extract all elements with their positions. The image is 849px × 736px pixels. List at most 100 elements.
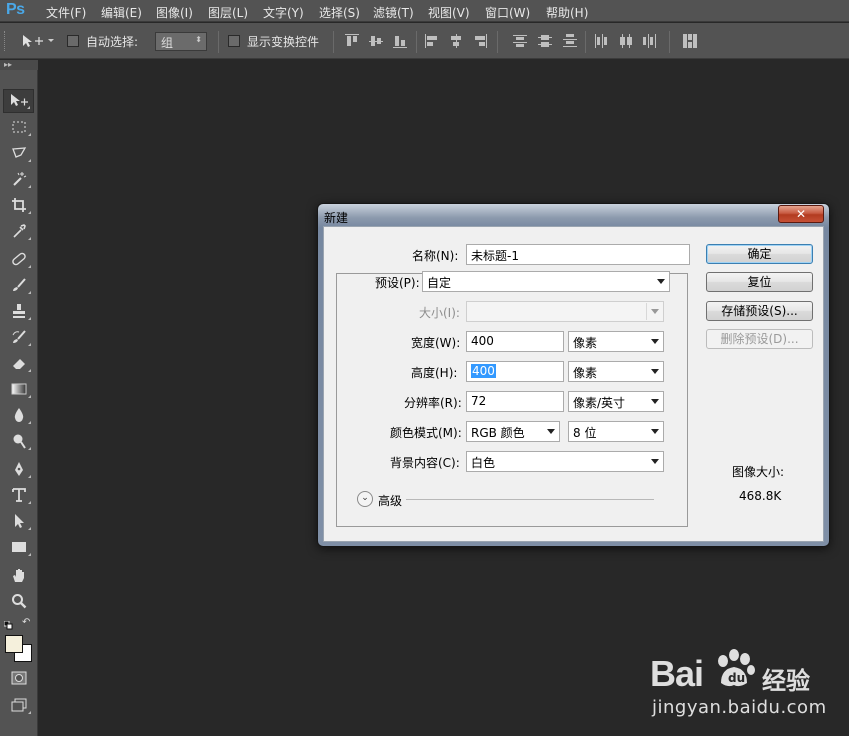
move-tool[interactable] xyxy=(3,89,34,113)
menu-select[interactable]: 选择(S) xyxy=(319,4,360,21)
menu-file[interactable]: 文件(F) xyxy=(46,4,86,21)
menu-help[interactable]: 帮助(H) xyxy=(546,4,588,21)
zoom-tool[interactable] xyxy=(3,589,34,613)
align-right-icon[interactable] xyxy=(473,34,487,48)
rectangle-tool[interactable] xyxy=(3,535,34,559)
distribute-top-icon[interactable] xyxy=(513,34,527,48)
width-input[interactable]: 400 xyxy=(466,331,564,352)
type-tool[interactable] xyxy=(3,483,34,507)
menu-edit[interactable]: 编辑(E) xyxy=(101,4,142,21)
pen-icon xyxy=(14,462,23,476)
name-input[interactable]: 未标题-1 xyxy=(466,244,690,265)
menu-layer[interactable]: 图层(L) xyxy=(208,4,248,21)
divider xyxy=(218,31,219,53)
menu-window[interactable]: 窗口(W) xyxy=(485,4,530,21)
crop-icon xyxy=(11,198,26,212)
chevron-down-icon xyxy=(651,459,659,464)
tool-flyout-indicator xyxy=(28,369,31,372)
align-top-icon[interactable] xyxy=(345,34,359,48)
options-bar-grip[interactable] xyxy=(4,31,8,51)
foreground-color-swatch[interactable] xyxy=(5,635,23,653)
marquee-tool[interactable] xyxy=(3,115,34,139)
tool-flyout-indicator xyxy=(28,159,31,162)
menu-filter[interactable]: 滤镜(T) xyxy=(373,4,414,21)
eraser-tool[interactable] xyxy=(3,351,34,375)
swap-colors-icon[interactable]: ↶ xyxy=(22,618,32,628)
menu-type[interactable]: 文字(Y) xyxy=(263,4,304,21)
ok-button[interactable]: 确定 xyxy=(706,244,813,264)
tool-flyout-indicator xyxy=(28,501,31,504)
align-bottom-icon[interactable] xyxy=(393,34,407,48)
history-brush-tool[interactable] xyxy=(3,325,34,349)
distribute-left-icon[interactable] xyxy=(594,34,608,48)
tool-flyout-indicator xyxy=(28,133,31,136)
tool-preset-picker[interactable] xyxy=(20,33,54,49)
resolution-input[interactable]: 72 xyxy=(466,391,564,412)
menu-bar: Ps 文件(F) 编辑(E) 图像(I) 图层(L) 文字(Y) 选择(S) 滤… xyxy=(0,0,849,22)
dodge-tool[interactable] xyxy=(3,429,34,453)
align-left-icon[interactable] xyxy=(425,34,439,48)
advanced-expand-icon[interactable]: ⌄ xyxy=(357,491,373,507)
polygonal-lasso-icon xyxy=(11,147,26,158)
tool-flyout-indicator xyxy=(28,421,31,424)
background-contents-value: 白色 xyxy=(471,456,496,470)
pen-tool[interactable] xyxy=(3,457,34,481)
background-contents-label: 背景内容(C): xyxy=(390,456,460,470)
screen-mode-toggle[interactable] xyxy=(3,693,34,717)
hand-tool[interactable] xyxy=(3,563,34,587)
advanced-label[interactable]: 高级 xyxy=(378,492,402,509)
brush-tool[interactable] xyxy=(3,273,34,297)
align-horizontal-center-icon[interactable] xyxy=(449,34,463,48)
width-unit-value: 像素 xyxy=(573,336,598,350)
background-contents-dropdown[interactable]: 白色 xyxy=(466,451,664,472)
height-unit-dropdown[interactable]: 像素 xyxy=(568,361,664,382)
height-input[interactable]: 400 xyxy=(466,361,564,382)
healing-brush-tool[interactable] xyxy=(3,247,34,271)
distribute-bottom-icon[interactable] xyxy=(563,34,577,48)
default-colors-icon[interactable] xyxy=(3,619,13,630)
type-icon xyxy=(11,488,26,502)
eraser-icon xyxy=(12,359,25,369)
save-preset-button[interactable]: 存储预设(S)... xyxy=(706,301,813,321)
options-bar: 自动选择: 组 ⬍ 显示变换控件 xyxy=(0,23,849,59)
close-button[interactable]: ✕ xyxy=(778,205,824,223)
magic-wand-tool[interactable] xyxy=(3,167,34,191)
chevron-down-icon xyxy=(651,399,659,404)
dialog-title: 新建 xyxy=(324,211,349,225)
align-vertical-center-icon[interactable] xyxy=(369,34,383,48)
show-transform-label: 显示变换控件 xyxy=(247,35,320,49)
stamp-icon xyxy=(12,304,25,318)
path-selection-tool[interactable] xyxy=(3,509,34,533)
show-transform-checkbox[interactable] xyxy=(228,35,240,47)
preset-dropdown[interactable]: 自定 xyxy=(422,271,670,292)
clone-stamp-tool[interactable] xyxy=(3,299,34,323)
blur-tool[interactable] xyxy=(3,403,34,427)
tool-flyout-indicator xyxy=(28,237,31,240)
tools-panel: ▸▸ ↶ xyxy=(0,60,38,736)
color-mode-value: RGB 颜色 xyxy=(471,426,525,440)
bit-depth-dropdown[interactable]: 8 位 xyxy=(568,421,664,442)
distribute-vertical-center-icon[interactable] xyxy=(538,34,552,48)
distribute-horizontal-center-icon[interactable] xyxy=(619,34,633,48)
color-mode-dropdown[interactable]: RGB 颜色 xyxy=(466,421,560,442)
delete-preset-button: 删除预设(D)... xyxy=(706,329,813,349)
gradient-tool[interactable] xyxy=(3,377,34,401)
image-size-label: 图像大小: xyxy=(732,465,785,479)
eyedropper-tool[interactable] xyxy=(3,219,34,243)
width-unit-dropdown[interactable]: 像素 xyxy=(568,331,664,352)
watermark-brand: Bai xyxy=(650,653,704,694)
distribute-right-icon[interactable] xyxy=(643,34,657,48)
auto-select-checkbox[interactable] xyxy=(67,35,79,47)
quick-mask-toggle[interactable] xyxy=(3,666,34,690)
auto-select-dropdown[interactable]: 组 ⬍ xyxy=(155,32,207,51)
menu-view[interactable]: 视图(V) xyxy=(428,4,470,21)
width-label: 宽度(W): xyxy=(411,336,461,350)
auto-align-layers-icon[interactable] xyxy=(683,34,697,48)
reset-button[interactable]: 复位 xyxy=(706,272,813,292)
tools-panel-header[interactable]: ▸▸ xyxy=(0,60,38,70)
menu-image[interactable]: 图像(I) xyxy=(156,4,193,21)
crop-tool[interactable] xyxy=(3,193,34,217)
tool-flyout-indicator xyxy=(28,185,31,188)
resolution-unit-dropdown[interactable]: 像素/英寸 xyxy=(568,391,664,412)
lasso-tool[interactable] xyxy=(3,141,34,165)
